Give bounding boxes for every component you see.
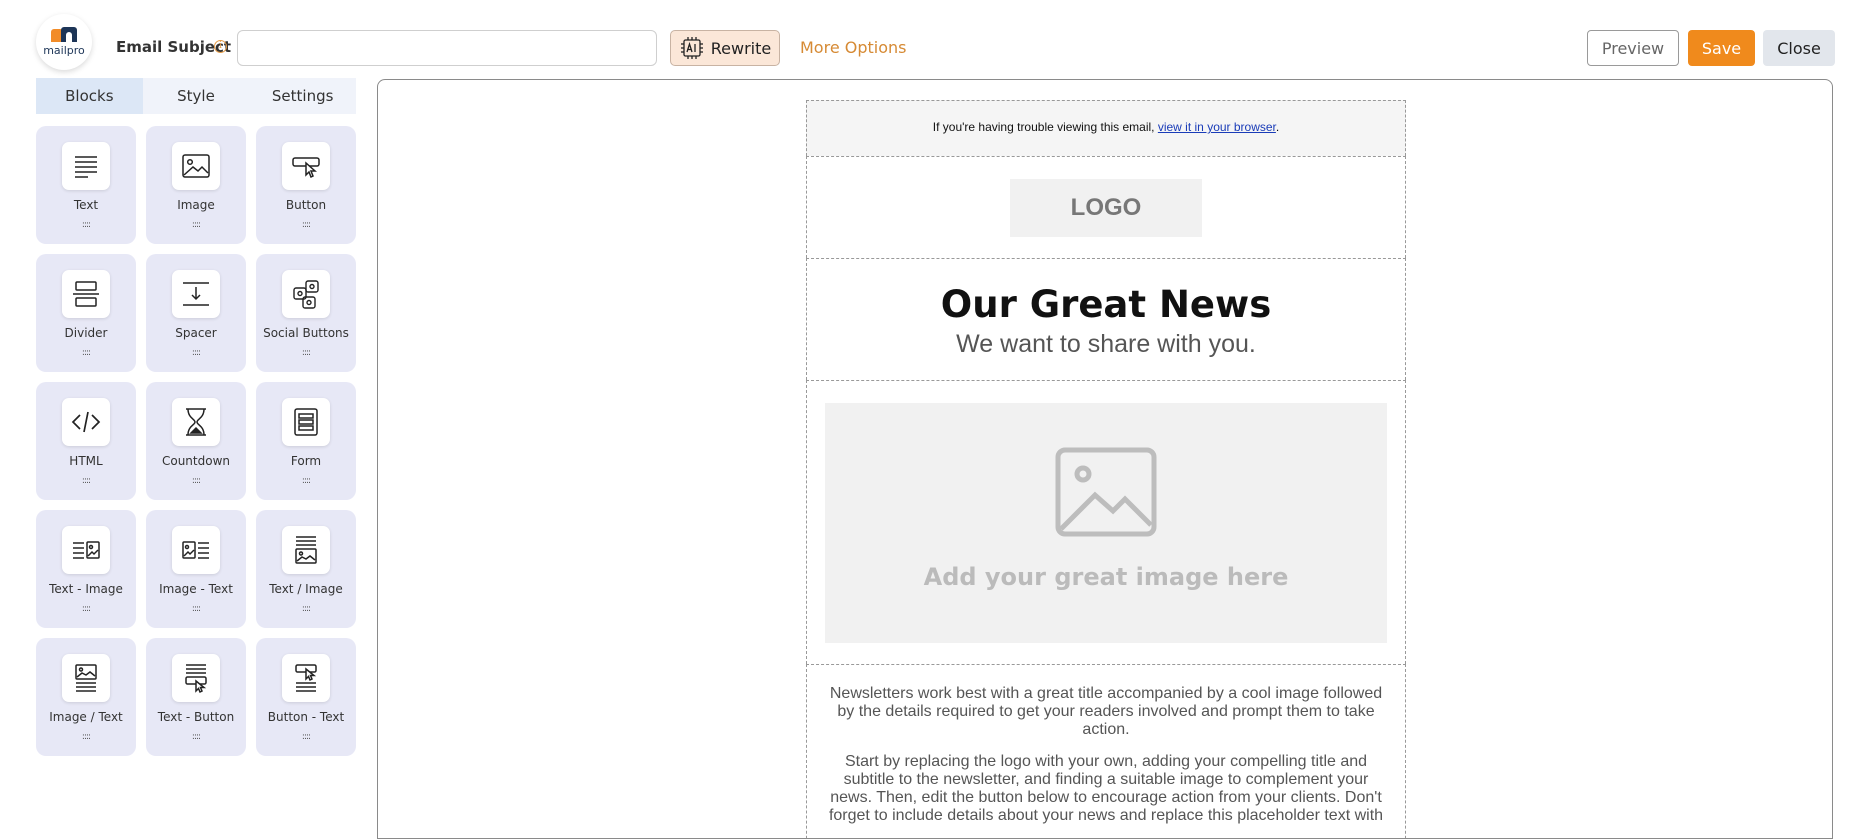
drag-handle-icon[interactable]: :::: [146, 476, 246, 486]
button-icon [292, 157, 320, 179]
social-buttons-icon [293, 280, 319, 309]
mailpro-logo-word: mailpro [43, 44, 85, 57]
spacer-icon [183, 282, 209, 306]
block-social-buttons[interactable]: Social Buttons :::: [256, 254, 356, 372]
hourglass-icon [186, 408, 206, 436]
ai-chip-icon [680, 37, 703, 59]
block-countdown[interactable]: Countdown :::: [146, 382, 246, 500]
block-text-button[interactable]: Text - Button :::: [146, 638, 246, 756]
email-canvas[interactable]: If you're having trouble viewing this em… [377, 79, 1833, 839]
block-text-over-image[interactable]: Text / Image :::: [256, 510, 356, 628]
image-icon [182, 154, 210, 178]
sidebar-tabs: Blocks Style Settings [36, 78, 356, 114]
block-label: Social Buttons [263, 326, 349, 340]
text-button-icon [185, 664, 207, 694]
tab-blocks[interactable]: Blocks [36, 78, 143, 114]
view-in-browser-link[interactable]: view it in your browser [1158, 120, 1276, 134]
logo-placeholder[interactable]: LOGO [1010, 179, 1202, 237]
tab-settings[interactable]: Settings [249, 78, 356, 114]
preheader-end: . [1275, 120, 1280, 134]
drag-handle-icon[interactable]: :::: [146, 732, 246, 742]
drag-handle-icon[interactable]: :::: [146, 348, 246, 358]
more-options-link[interactable]: More Options [800, 38, 906, 57]
block-label: Spacer [175, 326, 217, 340]
drag-handle-icon[interactable]: :::: [36, 220, 136, 230]
image-placeholder-icon [1055, 447, 1157, 537]
drag-handle-icon[interactable]: :::: [256, 348, 356, 358]
preheader-text: If you're having trouble viewing this em… [932, 120, 1158, 134]
text-icon [75, 156, 97, 178]
drag-handle-icon[interactable]: :::: [256, 604, 356, 614]
block-divider[interactable]: Divider :::: [36, 254, 136, 372]
text-image-icon [73, 541, 100, 559]
block-button[interactable]: Button :::: [256, 126, 356, 244]
block-label: Form [290, 454, 322, 468]
drag-handle-icon[interactable]: :::: [36, 732, 136, 742]
preview-button[interactable]: Preview [1587, 30, 1679, 66]
image-over-text-icon [75, 664, 97, 692]
drag-handle-icon[interactable]: :::: [36, 476, 136, 486]
rewrite-label: Rewrite [710, 38, 772, 58]
block-label: Image [177, 198, 215, 212]
email-subtitle[interactable]: We want to share with you. [807, 330, 1405, 359]
block-label: HTML [69, 454, 103, 468]
title-section[interactable]: Our Great News We want to share with you… [806, 258, 1406, 380]
tab-style[interactable]: Style [143, 78, 250, 114]
block-html[interactable]: HTML :::: [36, 382, 136, 500]
image-placeholder[interactable]: Add your great image here [825, 403, 1387, 643]
block-image-text[interactable]: Image - Text :::: [146, 510, 246, 628]
block-label: Text - Button [157, 710, 235, 724]
block-label: Text [73, 198, 99, 212]
block-text-image[interactable]: Text - Image :::: [36, 510, 136, 628]
image-text-icon [182, 541, 209, 559]
drag-handle-icon[interactable]: :::: [256, 732, 356, 742]
body-paragraph[interactable]: Start by replacing the logo with your ow… [827, 753, 1385, 825]
blocks-palette: Text :::: Image :::: Button :::: Divider… [36, 126, 356, 756]
save-button[interactable]: Save [1688, 30, 1755, 66]
close-button[interactable]: Close [1763, 30, 1835, 66]
form-icon [294, 408, 318, 436]
block-label: Image / Text [49, 710, 123, 724]
drag-handle-icon[interactable]: :::: [36, 604, 136, 614]
block-label: Text / Image [269, 582, 343, 596]
block-form[interactable]: Form :::: [256, 382, 356, 500]
drag-handle-icon[interactable]: :::: [146, 220, 246, 230]
button-text-icon [295, 664, 317, 692]
block-text[interactable]: Text :::: [36, 126, 136, 244]
body-text-section[interactable]: Newsletters work best with a great title… [806, 664, 1406, 838]
image-caption: Add your great image here [923, 563, 1289, 591]
email-template: If you're having trouble viewing this em… [806, 100, 1406, 838]
block-label: Image - Text [159, 582, 233, 596]
block-image[interactable]: Image :::: [146, 126, 246, 244]
body-paragraph[interactable]: Newsletters work best with a great title… [827, 685, 1385, 739]
email-subject-input[interactable] [237, 30, 657, 66]
drag-handle-icon[interactable]: :::: [256, 220, 356, 230]
drag-handle-icon[interactable]: :::: [256, 476, 356, 486]
drag-handle-icon[interactable]: :::: [146, 604, 246, 614]
preheader-section[interactable]: If you're having trouble viewing this em… [806, 100, 1406, 156]
block-label: Divider [64, 326, 108, 340]
image-section[interactable]: Add your great image here [806, 380, 1406, 664]
divider-icon [73, 281, 99, 307]
ai-rewrite-button[interactable]: Rewrite [670, 30, 780, 66]
mailpro-logo-mark [49, 27, 79, 43]
block-label: Text - Image [49, 582, 123, 596]
text-over-image-icon [295, 536, 317, 564]
block-image-over-text[interactable]: Image / Text :::: [36, 638, 136, 756]
html-code-icon [71, 411, 101, 433]
block-label: Button [285, 198, 327, 212]
mailpro-logo: mailpro [36, 14, 92, 70]
logo-section[interactable]: LOGO [806, 156, 1406, 258]
block-label: Countdown [161, 454, 230, 468]
drag-handle-icon[interactable]: :::: [36, 348, 136, 358]
block-spacer[interactable]: Spacer :::: [146, 254, 246, 372]
block-button-text[interactable]: Button - Text :::: [256, 638, 356, 756]
info-icon[interactable]: i [214, 40, 227, 53]
block-label: Button - Text [267, 710, 345, 724]
email-title[interactable]: Our Great News [807, 283, 1405, 326]
